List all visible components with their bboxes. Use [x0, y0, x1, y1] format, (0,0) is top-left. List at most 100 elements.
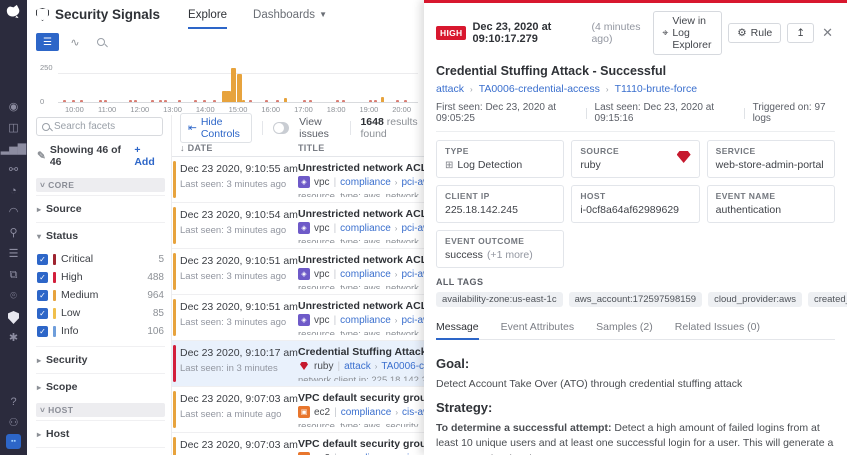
table-row[interactable]: Dec 23 2020, 9:10:55 amLast seen: 3 minu… — [172, 157, 424, 203]
apm-icon[interactable]: ⌾ — [0, 286, 27, 307]
detail-tab-samples[interactable]: Samples (2) — [596, 317, 653, 339]
attribute-card-service[interactable]: SERVICEweb-store-admin-portal — [707, 140, 835, 178]
chart-bar[interactable] — [309, 100, 312, 102]
chart-bar[interactable] — [276, 100, 279, 102]
rule-button[interactable]: ⚙Rule — [728, 23, 781, 43]
hide-controls-button[interactable]: ⇤Hide Controls — [180, 113, 252, 143]
chart-bar[interactable] — [63, 100, 66, 102]
chart-bar[interactable] — [396, 100, 399, 102]
export-button[interactable]: ↥ — [787, 23, 814, 43]
facet-item-security[interactable]: ▸Security — [36, 346, 165, 373]
tab-explore[interactable]: Explore — [188, 0, 227, 29]
chart-bar[interactable] — [80, 100, 83, 102]
detail-tab-message[interactable]: Message — [436, 317, 479, 339]
chart-bar[interactable] — [342, 100, 345, 102]
chart-bar[interactable] — [369, 100, 372, 102]
facet-item-status[interactable]: ▾Status — [36, 222, 165, 249]
detail-tab-related[interactable]: Related Issues (0) — [675, 317, 760, 339]
chart-bar[interactable] — [194, 100, 197, 102]
signals-timeline-chart[interactable]: 250 0 10:0011:0012:0013:0014:0015:0016:0… — [36, 57, 420, 115]
chart-bar[interactable] — [213, 100, 216, 102]
add-facet-button[interactable]: + Add — [134, 144, 163, 168]
row-crumb-link[interactable]: pci-aws — [401, 315, 424, 326]
status-label[interactable]: Critical — [61, 253, 93, 265]
settings-icon[interactable]: ✱ — [0, 328, 27, 349]
help-icon[interactable]: ? — [0, 392, 27, 413]
metrics-icon[interactable]: ▂▅▇ — [0, 139, 27, 160]
date-column-header[interactable]: ↓ DATE — [180, 143, 298, 153]
synthetics-icon[interactable]: ◠ — [0, 202, 27, 223]
timeseries-view-button[interactable]: ∿ — [65, 33, 85, 51]
chart-bar[interactable] — [284, 98, 287, 102]
list-view-button[interactable]: ☰ — [36, 33, 59, 51]
chart-bar[interactable] — [336, 100, 339, 102]
table-row[interactable]: Dec 23 2020, 9:10:54 amLast seen: 3 minu… — [172, 203, 424, 249]
tag-chip[interactable]: availability-zone:us-east-1c — [436, 292, 563, 307]
chart-bar[interactable] — [374, 100, 377, 102]
user-avatar[interactable]: ▪▪ — [6, 434, 21, 449]
chart-bar[interactable] — [178, 100, 181, 102]
detail-tab-event[interactable]: Event Attributes — [501, 317, 575, 339]
checkbox-checked-icon[interactable]: ✓ — [37, 308, 48, 319]
chart-bar[interactable] — [237, 74, 242, 102]
row-crumb-link[interactable]: attack — [344, 361, 371, 372]
org-icon[interactable]: ⚇ — [0, 413, 27, 434]
notebooks-icon[interactable]: ⧉ — [0, 265, 27, 286]
title-column-header[interactable]: TITLE — [298, 143, 325, 153]
tab-dashboards[interactable]: Dashboards▼ — [253, 0, 327, 29]
facet-item-scope[interactable]: ▸Scope — [36, 373, 165, 400]
chart-bar[interactable] — [151, 100, 154, 102]
panel-crumb-link[interactable]: T1110-brute-force — [615, 83, 697, 95]
facet-group-header[interactable]: ˅ HOST — [36, 403, 165, 417]
table-row[interactable]: Dec 23 2020, 9:07:03 amLast seen: a minu… — [172, 387, 424, 433]
facet-item-host[interactable]: ▸Host — [36, 420, 165, 447]
status-label[interactable]: Info — [61, 325, 79, 337]
watchdog-icon[interactable]: ◉ — [0, 97, 27, 118]
attribute-card-host[interactable]: HOSTi-0cf8a64af62989629 — [571, 185, 699, 223]
status-label[interactable]: Low — [61, 307, 80, 319]
facet-search-input[interactable]: Search facets — [36, 117, 163, 136]
chart-bar[interactable] — [104, 100, 107, 102]
view-issues-toggle[interactable] — [273, 122, 289, 134]
chart-bar[interactable] — [203, 100, 206, 102]
tag-chip[interactable]: aws_account:172597598159 — [569, 292, 703, 307]
checkbox-checked-icon[interactable]: ✓ — [37, 326, 48, 337]
row-crumb-link[interactable]: pci-aws — [401, 269, 424, 280]
row-crumb-link[interactable]: TA0006-credential-a — [381, 361, 424, 372]
chart-bar[interactable] — [231, 68, 236, 102]
facet-item-source[interactable]: ▸Source — [36, 195, 165, 222]
logs-icon[interactable]: ☰ — [0, 244, 27, 265]
table-row[interactable]: Dec 23 2020, 9:10:51 amLast seen: 3 minu… — [172, 249, 424, 295]
chart-plot-area[interactable] — [58, 67, 418, 103]
row-crumb-link[interactable]: compliance — [340, 269, 391, 280]
security-icon[interactable] — [0, 307, 27, 328]
network-icon[interactable]: ⚯ — [0, 160, 27, 181]
chart-bar[interactable] — [303, 100, 306, 102]
row-crumb-link[interactable]: compliance — [340, 315, 391, 326]
pipelines-icon[interactable]: ⚲ — [0, 223, 27, 244]
chart-bar[interactable] — [134, 100, 137, 102]
datadog-logo-icon[interactable] — [5, 4, 22, 19]
chart-bar[interactable] — [404, 100, 407, 102]
pencil-icon[interactable]: ✎ — [37, 150, 46, 162]
status-label[interactable]: High — [61, 271, 83, 283]
panel-crumb-link[interactable]: TA0006-credential-access — [479, 83, 600, 95]
chart-bar[interactable] — [249, 100, 252, 102]
status-label[interactable]: Medium — [61, 289, 98, 301]
chart-bar[interactable] — [129, 100, 132, 102]
attribute-card-source[interactable]: SOURCEruby — [571, 140, 699, 178]
panel-crumb-link[interactable]: attack — [436, 83, 464, 95]
chart-bar[interactable] — [164, 100, 167, 102]
row-crumb-link[interactable]: compliance — [340, 223, 391, 234]
monitors-icon[interactable]: ◔ — [0, 181, 27, 202]
chart-bar[interactable] — [265, 100, 268, 102]
chart-bar[interactable] — [72, 100, 75, 102]
checkbox-checked-icon[interactable]: ✓ — [37, 254, 48, 265]
chart-bar[interactable] — [226, 91, 231, 102]
chart-bar[interactable] — [159, 100, 162, 102]
events-icon[interactable]: ◫ — [0, 118, 27, 139]
facet-group-header[interactable]: ˅ CORE — [36, 178, 165, 192]
tag-chip[interactable]: created_by:justin.massey — [808, 292, 847, 307]
attribute-card-event-outcome[interactable]: EVENT OUTCOMEsuccess(+1 more) — [436, 230, 564, 268]
row-crumb-link[interactable]: pci-aws — [401, 177, 424, 188]
